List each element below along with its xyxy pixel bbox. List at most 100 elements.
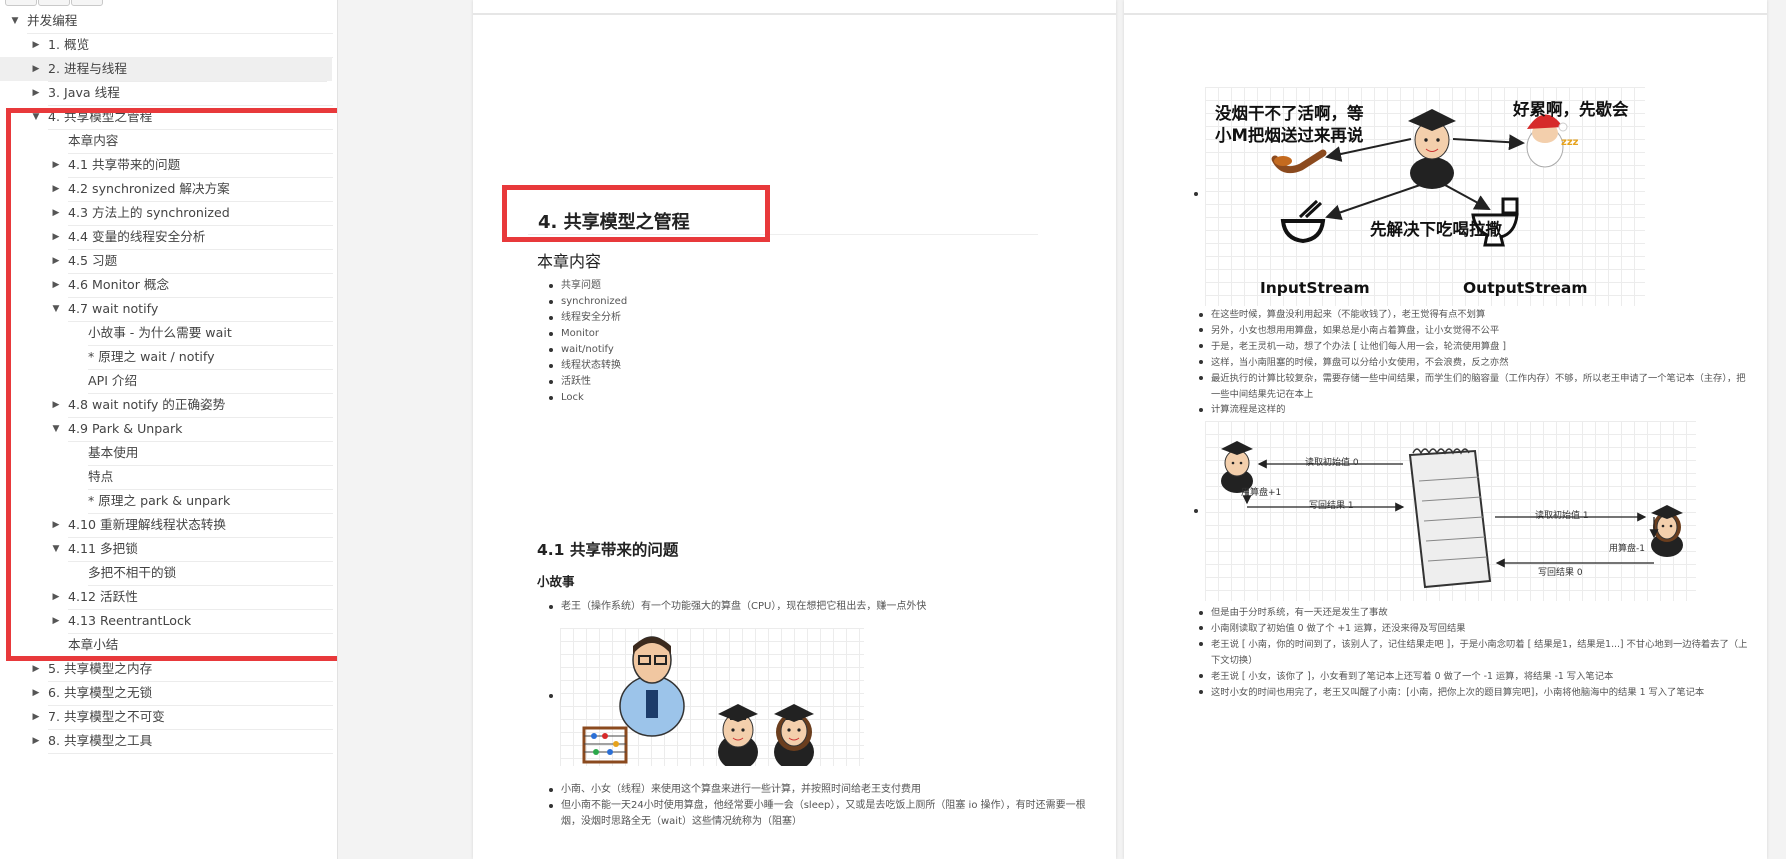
outline-item[interactable]: ▶ 2. 进程与线程 [0,57,332,82]
caret-right-icon[interactable]: ▶ [50,225,62,249]
outline-item[interactable]: ▶ 3. Java 线程 [0,81,337,106]
outline-item[interactable]: ▼ 4.7 wait notify [0,297,337,322]
list-item: 这时小女的时间也用完了，老王又叫醒了小南：[小南，把你上次的题目算完吧]，小南将… [1188,685,1753,701]
outline-item-label: 4.8 wait notify 的正确姿势 [68,393,333,418]
outline-item[interactable]: * 原理之 park & unpark [0,489,337,514]
outline-item[interactable]: ▶ 4.4 变量的线程安全分析 [0,225,337,250]
caret-right-icon[interactable]: ▶ [50,153,62,177]
outline-item-label: 4.9 Park & Unpark [68,417,333,442]
sidebar-tab-buttons[interactable] [5,0,104,6]
outline-item[interactable]: 小故事 - 为什么需要 wait [0,321,337,346]
outline-item[interactable]: ▼ 4.11 多把锁 [0,537,337,562]
caret-right-icon[interactable]: ▶ [50,393,62,417]
list-item: 线程安全分析 [538,310,627,326]
outline-item-label: 4.1 共享带来的问题 [68,153,333,178]
list-item: 最近执行的计算比较复杂，需要存储一些中间结果，而学生们的脑容量（工作内存）不够，… [1188,371,1753,403]
section-title: 4.1 共享带来的问题 [537,541,679,559]
outline-item-label: 本章内容 [68,129,333,154]
outline-item[interactable]: ▼ 4.9 Park & Unpark [0,417,337,442]
list-item: 但小南不能一天24小时使用算盘，他经常要小睡一会（sleep），又或是去吃饭上厕… [538,798,1103,830]
outline-item[interactable]: ▶ 4.12 活跃性 [0,585,337,610]
caret-down-icon[interactable]: ▼ [50,297,62,321]
caret-down-icon[interactable]: ▼ [9,9,21,33]
student-girl-icon [774,704,814,766]
caret-right-icon[interactable]: ▶ [50,513,62,537]
outline-item[interactable]: ▶ 4.3 方法上的 synchronized [0,201,337,226]
chapter-title: 4. 共享模型之管程 [538,212,690,233]
caret-right-icon[interactable]: ▶ [30,33,42,57]
outline-item[interactable]: ▶ 8. 共享模型之工具 [0,729,337,754]
outline-item-label: * 原理之 wait / notify [88,345,333,370]
outline-item[interactable]: ▶ 4.10 重新理解线程状态转换 [0,513,337,538]
outline-item-label: 2. 进程与线程 [48,57,327,82]
flow-label-read-left: 读取初始值 0 [1305,458,1359,468]
outline-sidebar: ▼ 并发编程 ▶ 1. 概览 ▶ 2. 进程与线程 ▶ 3. Java 线程 ▼ 4. 共享模型之… [0,0,338,859]
figure-label-inputstream: InputStream [1260,279,1370,297]
list-item: 另外，小女也想用用算盘，如果总是小南占着算盘，让小女觉得不公平 [1188,323,1753,339]
outline-item-label: 4.4 变量的线程安全分析 [68,225,333,250]
outline-item[interactable]: ▼ 4. 共享模型之管程 [0,105,337,130]
outline-item[interactable]: API 介绍 [0,369,337,394]
outline-item[interactable]: 本章小结 [0,633,337,658]
outline-item[interactable]: 基本使用 [0,441,337,466]
caret-right-icon[interactable]: ▶ [50,249,62,273]
list-item: Lock [538,390,627,406]
caret-right-icon[interactable]: ▶ [50,585,62,609]
caret-right-icon[interactable]: ▶ [50,201,62,225]
pipe-icon [1271,149,1327,174]
outline-item[interactable]: ▶ 7. 共享模型之不可变 [0,705,337,730]
outline-item-label: 4.12 活跃性 [68,585,333,610]
flow-figure-art [1221,441,1683,589]
list-item: Monitor [538,326,627,342]
outline-item-label: 4.6 Monitor 概念 [68,273,333,298]
caret-right-icon[interactable]: ▶ [50,177,62,201]
blocking-figure: zzz 没烟干不了活啊，等 小M把烟送过来再说 好累啊，先歇会 先解决下吃喝拉撒… [1205,87,1645,306]
outline-item[interactable]: ▼ 并发编程 [0,9,337,34]
figure-text-middle: 先解决下吃喝拉撒 [1370,220,1502,239]
story-list: 在这些时候，算盘没利用起来（不能收钱了），老王觉得有点不划算 另外，小女也想用用算… [1188,307,1753,418]
caret-right-icon[interactable]: ▶ [30,57,42,81]
caret-right-icon[interactable]: ▶ [50,609,62,633]
outline-item-label: * 原理之 park & unpark [88,489,333,514]
caret-right-icon[interactable]: ▶ [30,681,42,705]
outline-item-label: 5. 共享模型之内存 [48,657,333,682]
flow-label-read-right: 读取初始值 1 [1535,511,1589,521]
list-item: 计算流程是这样的 [1188,402,1753,418]
outline-item-label: 4. 共享模型之管程 [48,105,333,130]
sleeping-santa-icon: zzz [1526,114,1579,168]
outline-item-label: 8. 共享模型之工具 [48,729,333,754]
outline-item[interactable]: 特点 [0,465,337,490]
caret-down-icon[interactable]: ▼ [50,537,62,561]
caret-right-icon[interactable]: ▶ [30,705,42,729]
outline-item[interactable]: 本章内容 [0,129,337,154]
outline-item[interactable]: ▶ 1. 概览 [0,33,337,58]
figure-label-outputstream: OutputStream [1463,279,1588,297]
caret-right-icon[interactable]: ▶ [30,81,42,105]
outline-item[interactable]: ▶ 4.13 ReentrantLock [0,609,337,634]
outline-item-label: 4.11 多把锁 [68,537,333,562]
outline-item[interactable]: 多把不相干的锁 [0,561,337,586]
caret-down-icon[interactable]: ▼ [50,417,62,441]
caret-right-icon[interactable]: ▶ [30,729,42,753]
outline-item[interactable]: ▶ 4.5 习题 [0,249,337,274]
outline-item[interactable]: * 原理之 wait / notify [0,345,337,370]
document-page-1: 4. 共享模型之管程 本章内容 共享问题 synchronized 线程安全分析 Mo… [473,0,1116,859]
story-list-continued: 但是由于分时系统，有一天还是发生了事故 小南刚读取了初始值 0 做了个 +1 运算… [1188,605,1753,700]
outline-item[interactable]: ▶ 6. 共享模型之无锁 [0,681,337,706]
list-item: 但是由于分时系统，有一天还是发生了事故 [1188,605,1753,621]
student-girl-icon [1651,505,1683,557]
list-item: 共享问题 [538,278,627,294]
outline-item[interactable]: ▶ 4.1 共享带来的问题 [0,153,337,178]
story-bullet: 老王（操作系统）有一个功能强大的算盘（CPU），现在想把它租出去，赚一点外快 [538,599,1093,615]
outline-item[interactable]: ▶ 4.2 synchronized 解决方案 [0,177,337,202]
outline-item[interactable]: ▶ 4.8 wait notify 的正确姿势 [0,393,337,418]
outline-item[interactable]: ▶ 5. 共享模型之内存 [0,657,337,682]
outline-item-label: 小故事 - 为什么需要 wait [88,321,333,346]
caret-down-icon[interactable]: ▼ [30,105,42,129]
list-item: wait/notify [538,342,627,358]
caret-right-icon[interactable]: ▶ [50,273,62,297]
outline-item[interactable]: ▶ 4.6 Monitor 概念 [0,273,337,298]
figure-text-right: 好累啊，先歇会 [1513,100,1629,119]
caret-right-icon[interactable]: ▶ [30,657,42,681]
story-figure [560,628,864,766]
